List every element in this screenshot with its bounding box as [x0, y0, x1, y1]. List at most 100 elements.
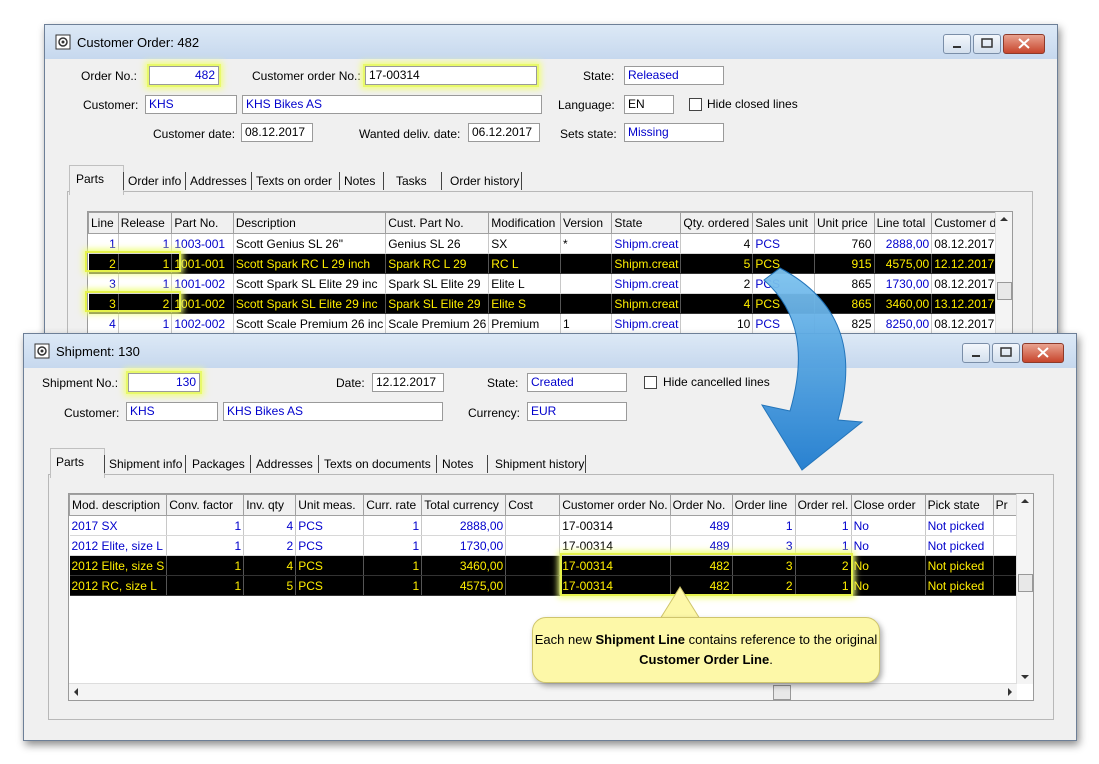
state-field[interactable]: Released: [624, 66, 724, 85]
table-row[interactable]: 2012 Elite, size L 1 2 PCS 1 1730,00 17-…: [69, 535, 1020, 556]
hide-cancelled-label: Hide cancelled lines: [663, 375, 770, 389]
column-header[interactable]: Cust. Part No.: [385, 212, 490, 234]
language-field[interactable]: EN: [624, 95, 674, 114]
minimize-button[interactable]: [943, 34, 971, 54]
column-header[interactable]: Qty. ordered: [680, 212, 754, 234]
customer-name-field[interactable]: KHS Bikes AS: [223, 402, 443, 421]
hide-closed-checkbox[interactable]: [689, 98, 702, 111]
scroll-left-icon[interactable]: [69, 684, 83, 700]
scroll-right-icon[interactable]: [1003, 684, 1017, 700]
tab-notes[interactable]: Notes: [344, 174, 375, 188]
column-header[interactable]: Sales unit: [752, 212, 815, 234]
cell-total-currency: 3460,00: [421, 555, 507, 576]
customer-code-field[interactable]: KHS: [145, 95, 237, 114]
column-header[interactable]: Description: [232, 212, 387, 234]
column-header[interactable]: Conv. factor: [166, 494, 245, 516]
column-header[interactable]: Version: [559, 212, 613, 234]
title-bar[interactable]: Shipment: 130: [24, 334, 1076, 368]
vertical-scrollbar[interactable]: [1016, 494, 1033, 684]
tab-addresses[interactable]: Addresses: [256, 457, 313, 471]
cell-pick-state: Not picked: [925, 575, 994, 596]
callout-text: .: [769, 652, 773, 667]
column-header[interactable]: Inv. qty: [243, 494, 297, 516]
currency-field[interactable]: EUR: [527, 402, 627, 421]
minimize-button[interactable]: [962, 343, 990, 363]
column-header[interactable]: Line: [88, 212, 119, 234]
tab-shipment-info[interactable]: Shipment info: [109, 457, 182, 471]
hide-cancelled-checkbox[interactable]: [644, 376, 657, 389]
table-row[interactable]: 2017 SX 1 4 PCS 1 2888,00 17-00314 489 1…: [69, 515, 1020, 536]
column-header[interactable]: Mod. description: [69, 494, 168, 516]
close-button[interactable]: [1003, 34, 1045, 54]
scroll-thumb[interactable]: [773, 685, 791, 700]
order-lines-grid[interactable]: Line Release Part No. Description Cust. …: [87, 211, 1013, 337]
column-header[interactable]: Unit meas.: [295, 494, 365, 516]
column-header[interactable]: Line total: [873, 212, 933, 234]
column-header[interactable]: Close order: [850, 494, 926, 516]
customer-order-no-label: Customer order No.:: [252, 69, 361, 83]
scroll-thumb[interactable]: [997, 282, 1012, 300]
tab-notes[interactable]: Notes: [442, 457, 473, 471]
column-header[interactable]: Curr. rate: [363, 494, 423, 516]
column-header[interactable]: Total currency: [421, 494, 507, 516]
column-header[interactable]: Order line: [731, 494, 796, 516]
column-header[interactable]: Release: [117, 212, 173, 234]
tab-parts[interactable]: Parts: [76, 172, 104, 186]
state-field[interactable]: Created: [527, 373, 627, 392]
cell-cost: [505, 575, 561, 596]
column-header[interactable]: Pick state: [924, 494, 994, 516]
tab-order-info[interactable]: Order info: [128, 174, 181, 188]
tab-texts-on-order[interactable]: Texts on order: [256, 174, 332, 188]
wanted-date-field[interactable]: 06.12.2017: [468, 123, 540, 142]
tab-tasks[interactable]: Tasks: [396, 174, 427, 188]
cell-inv-qty: 2: [243, 535, 297, 556]
scroll-up-icon[interactable]: [1017, 494, 1033, 508]
scroll-up-icon[interactable]: [996, 212, 1012, 226]
cell-total-currency: 2888,00: [421, 515, 507, 536]
table-row[interactable]: 3 2 1001-002 Scott Spark SL Elite 29 inc…: [88, 293, 1012, 314]
customer-order-no-field[interactable]: 17-00314: [365, 66, 537, 85]
table-row[interactable]: 3 1 1001-002 Scott Spark SL Elite 29 inc…: [88, 273, 1012, 294]
customer-name-field[interactable]: KHS Bikes AS: [242, 95, 542, 114]
scroll-down-icon[interactable]: [1017, 670, 1033, 684]
column-header[interactable]: Order rel.: [794, 494, 852, 516]
shipment-no-field[interactable]: 130: [128, 373, 200, 392]
column-header[interactable]: State: [611, 212, 682, 234]
column-header[interactable]: Cost: [505, 494, 561, 516]
tab-parts[interactable]: Parts: [56, 455, 84, 469]
cell-part-no: 1001-002: [171, 293, 234, 314]
close-button[interactable]: [1022, 343, 1064, 363]
cell-part-no: 1001-001: [171, 253, 234, 274]
customer-code-field[interactable]: KHS: [126, 402, 218, 421]
vertical-scrollbar[interactable]: [995, 212, 1012, 336]
column-header[interactable]: Customer order No.: [559, 494, 671, 516]
title-bar[interactable]: Customer Order: 482: [45, 25, 1057, 59]
tab-texts-on-documents[interactable]: Texts on documents: [324, 457, 431, 471]
minimize-icon: [953, 46, 961, 48]
tab-shipment-history[interactable]: Shipment history: [495, 457, 584, 471]
column-header[interactable]: Part No.: [171, 212, 234, 234]
cell-part-no: 1001-002: [171, 273, 234, 294]
date-field[interactable]: 12.12.2017: [372, 373, 444, 392]
table-row[interactable]: 4 1 1002-002 Scott Scale Premium 26 inc …: [88, 313, 1012, 334]
sets-state-field[interactable]: Missing: [624, 123, 724, 142]
column-header[interactable]: Order No.: [669, 494, 733, 516]
scroll-thumb[interactable]: [1018, 574, 1033, 592]
table-row[interactable]: 2 1 1001-001 Scott Spark RC L 29 inch Sp…: [88, 253, 1012, 274]
table-row[interactable]: 1 1 1003-001 Scott Genius SL 26" Genius …: [88, 233, 1012, 254]
table-row[interactable]: 2012 RC, size L 1 5 PCS 1 4575,00 17-003…: [69, 575, 1020, 596]
cell-state: Shipm.creat: [611, 273, 682, 294]
customer-date-field[interactable]: 08.12.2017: [241, 123, 313, 142]
column-header[interactable]: Modification: [488, 212, 561, 234]
maximize-button[interactable]: [992, 343, 1020, 363]
horizontal-scrollbar[interactable]: [69, 683, 1017, 700]
tab-addresses[interactable]: Addresses: [190, 174, 247, 188]
cell-qty: 2: [680, 273, 754, 294]
column-header[interactable]: Unit price: [813, 212, 875, 234]
order-no-field[interactable]: 482: [149, 66, 219, 85]
tab-packages[interactable]: Packages: [192, 457, 245, 471]
table-row[interactable]: 2012 Elite, size S 1 4 PCS 1 3460,00 17-…: [69, 555, 1020, 576]
hide-closed-label: Hide closed lines: [707, 97, 798, 111]
tab-order-history[interactable]: Order history: [450, 174, 519, 188]
maximize-button[interactable]: [973, 34, 1001, 54]
